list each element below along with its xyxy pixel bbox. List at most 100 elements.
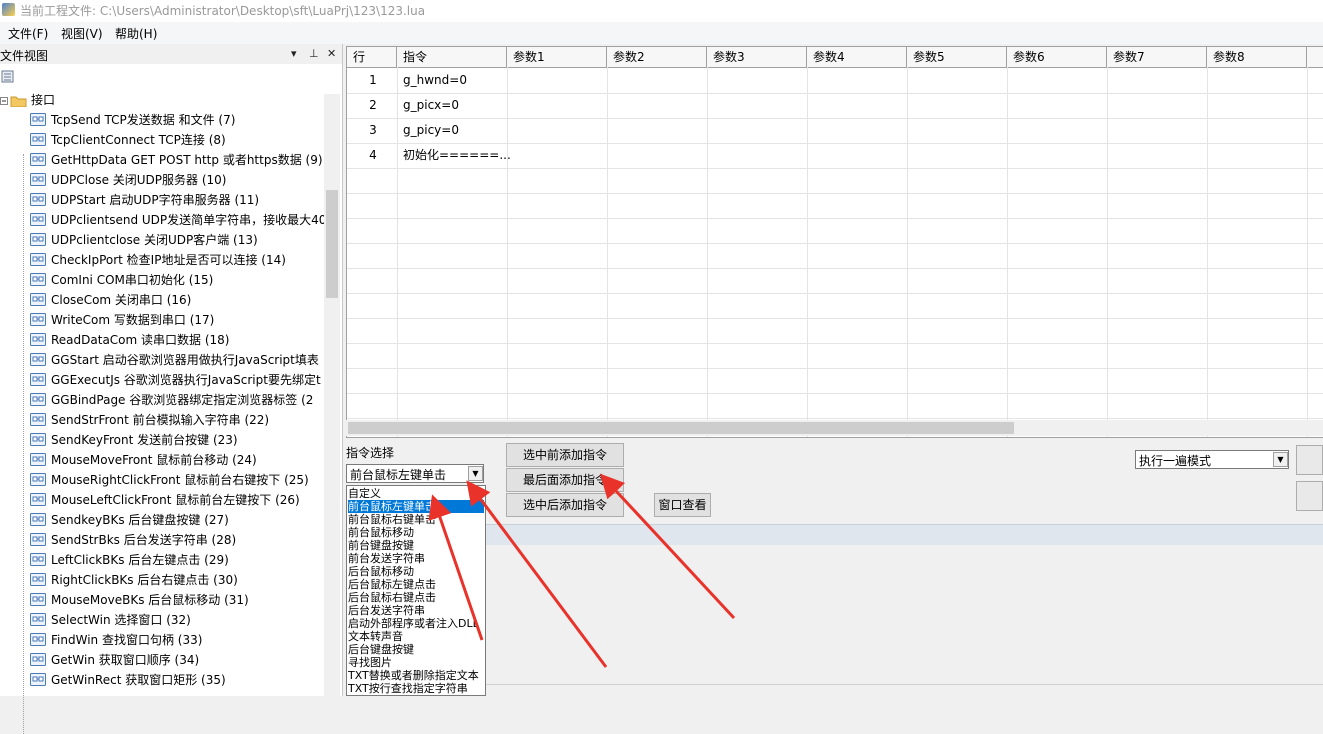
column-header[interactable]: 参数5	[907, 47, 1007, 67]
table-row[interactable]	[347, 393, 1323, 419]
run-mode-combobox[interactable]: 执行一遍模式 ▼	[1135, 450, 1289, 469]
tree-item[interactable]: ComIni COM串口初始化 (15)	[30, 270, 324, 290]
command-grid[interactable]: 行指令 参数1 参数2 参数3 参数4 参数5 参数6 参数7 参数8 1 g_hwnd=0 2 g_…	[346, 46, 1323, 438]
row-command[interactable]: g_hwnd=0	[403, 68, 467, 93]
dropdown-option[interactable]: 后台发送字符串	[348, 604, 484, 617]
command-combobox[interactable]: 前台鼠标左键单击 ▼	[346, 464, 484, 483]
tree-item[interactable]: MouseRightClickFront 鼠标前台右键按下 (25)	[30, 470, 324, 490]
tree-item[interactable]: RightClickBKs 后台右键点击 (30)	[30, 570, 324, 590]
dropdown-option[interactable]: 启动外部程序或者注入DLL	[348, 617, 484, 630]
tree-item[interactable]: ReadDataCom 读串口数据 (18)	[30, 330, 324, 350]
column-header[interactable]: 参数6	[1007, 47, 1107, 67]
dropdown-option[interactable]: 文本转声音	[348, 630, 484, 643]
window-view-button[interactable]: 窗口查看	[654, 493, 711, 517]
command-combobox-value: 前台鼠标左键单击	[350, 468, 447, 482]
tree-item[interactable]: UDPStart 启动UDP字符串服务器 (11)	[30, 190, 324, 210]
tree-item[interactable]: GGBindPage 谷歌浏览器绑定指定浏览器标签 (2	[30, 390, 324, 410]
table-row[interactable]	[347, 218, 1323, 244]
tree-scroll-thumb[interactable]	[326, 190, 338, 298]
tree-item[interactable]: CheckIpPort 检查IP地址是否可以连接 (14)	[30, 250, 324, 270]
dropdown-option[interactable]: 前台鼠标右键单击	[348, 513, 484, 526]
right-edge-button-1[interactable]	[1296, 445, 1323, 475]
table-row[interactable]	[347, 193, 1323, 219]
right-edge-button-2[interactable]	[1296, 481, 1323, 511]
tree-item[interactable]: SelectWin 选择窗口 (32)	[30, 610, 324, 630]
table-row[interactable]: 2 g_picx=0	[347, 93, 1323, 119]
add-at-end-button[interactable]: 最后面添加指令	[506, 468, 624, 492]
column-header[interactable]: 行	[347, 47, 397, 67]
tree-item[interactable]: MouseMoveBKs 后台鼠标移动 (31)	[30, 590, 324, 610]
tree-item[interactable]: SendStrBks 后台发送字符串 (28)	[30, 530, 324, 550]
dropdown-option[interactable]: 寻找图片	[348, 656, 484, 669]
column-header[interactable]: 参数4	[807, 47, 907, 67]
table-row[interactable]	[347, 293, 1323, 319]
column-header[interactable]: 参数3	[707, 47, 807, 67]
tree-item-label: WriteCom 写数据到串口 (17)	[51, 313, 215, 327]
tree-item[interactable]: TcpSend TCP发送数据 和文件 (7)	[30, 110, 324, 130]
tree-item[interactable]: WriteCom 写数据到串口 (17)	[30, 310, 324, 330]
column-header[interactable]: 参数8	[1207, 47, 1307, 67]
dropdown-option[interactable]: 前台鼠标左键单击	[348, 500, 484, 513]
tree-item[interactable]: GetHttpData GET POST http 或者https数据 (9)	[30, 150, 324, 170]
tree-item[interactable]: GetWinRect 获取窗口矩形 (35)	[30, 670, 324, 690]
add-after-selected-button[interactable]: 选中后添加指令	[506, 493, 624, 517]
column-header[interactable]: 参数2	[607, 47, 707, 67]
dropdown-option[interactable]: TXT按行查找指定字符串	[348, 682, 484, 695]
tree-item[interactable]: SendStrFront 前台模拟输入字符串 (22)	[30, 410, 324, 430]
row-command[interactable]: g_picy=0	[403, 118, 459, 143]
dropdown-option[interactable]: 后台鼠标右键点击	[348, 591, 484, 604]
table-row[interactable]: 4 初始化======...	[347, 143, 1323, 169]
add-before-selected-button[interactable]: 选中前添加指令	[506, 443, 624, 467]
chevron-down-icon[interactable]: ▼	[468, 466, 483, 481]
tree-item[interactable]: MouseMoveFront 鼠标前台移动 (24)	[30, 450, 324, 470]
dropdown-option[interactable]: 前台鼠标移动	[348, 526, 484, 539]
panel-menu-icon[interactable]: ▾	[291, 47, 297, 60]
table-row[interactable]	[347, 268, 1323, 294]
tree-properties-icon[interactable]	[1, 70, 14, 83]
tree-item[interactable]: UDPClose 关闭UDP服务器 (10)	[30, 170, 324, 190]
table-row[interactable]	[347, 368, 1323, 394]
lower-panel	[486, 545, 1323, 696]
command-dropdown-list[interactable]: 自定义 前台鼠标左键单击 前台鼠标右键单击 前台鼠标移动 前台键盘按键 前台发送字符串 后台…	[346, 485, 486, 696]
tree-item[interactable]: SendKeyFront 发送前台按键 (23)	[30, 430, 324, 450]
dropdown-option[interactable]: 自定义	[348, 487, 484, 500]
tree-item[interactable]: GetWin 获取窗口顺序 (34)	[30, 650, 324, 670]
grid-scroll-thumb[interactable]	[348, 422, 1014, 434]
tree-item[interactable]: CloseCom 关闭串口 (16)	[30, 290, 324, 310]
tree-item[interactable]: FindWin 查找窗口句柄 (33)	[30, 630, 324, 650]
table-row[interactable]	[347, 343, 1323, 369]
column-header[interactable]: 指令	[397, 47, 507, 67]
tree-item[interactable]: SendkeyBKs 后台键盘按键 (27)	[30, 510, 324, 530]
tree-item[interactable]: LeftClickBKs 后台左键点击 (29)	[30, 550, 324, 570]
panel-pin-icon[interactable]: ⊥	[309, 47, 319, 60]
chevron-down-icon[interactable]: ▼	[1273, 452, 1288, 467]
tree-item[interactable]: MouseLeftClickFront 鼠标前台左键按下 (26)	[30, 490, 324, 510]
column-header[interactable]: 参数1	[507, 47, 607, 67]
tree-item[interactable]: TcpClientConnect TCP连接 (8)	[30, 130, 324, 150]
row-command[interactable]: 初始化======...	[403, 143, 511, 168]
table-row[interactable]: 1 g_hwnd=0	[347, 68, 1323, 94]
row-command[interactable]: g_picx=0	[403, 93, 459, 118]
column-header[interactable]: 参数7	[1107, 47, 1207, 67]
folder-icon	[0, 96, 27, 107]
tree-item[interactable]: UDPclientclose 关闭UDP客户端 (13)	[30, 230, 324, 250]
dropdown-option[interactable]: 后台鼠标左键点击	[348, 578, 484, 591]
dropdown-option[interactable]: 前台键盘按键	[348, 539, 484, 552]
table-row[interactable]	[347, 318, 1323, 344]
tree-item[interactable]: GGStart 启动谷歌浏览器用做执行JavaScript填表	[30, 350, 324, 370]
dropdown-option[interactable]: TXT替换或者删除指定文本	[348, 669, 484, 682]
table-row[interactable]	[347, 168, 1323, 194]
menu-help[interactable]: 帮助(H)	[115, 25, 157, 42]
menu-file[interactable]: 文件(F)	[8, 25, 48, 42]
tree-item-label: ReadDataCom 读串口数据 (18)	[51, 333, 230, 347]
dropdown-option[interactable]: 后台键盘按键	[348, 643, 484, 656]
panel-close-icon[interactable]: ✕	[327, 47, 336, 60]
tree-scrollbar[interactable]	[324, 94, 340, 696]
table-row[interactable]: 3 g_picy=0	[347, 118, 1323, 144]
tree-item[interactable]: GGExecutJs 谷歌浏览器执行JavaScript要先绑定t	[30, 370, 324, 390]
menu-view[interactable]: 视图(V)	[61, 25, 103, 42]
table-row[interactable]	[347, 243, 1323, 269]
dropdown-option[interactable]: 后台鼠标移动	[348, 565, 484, 578]
tree-item[interactable]: UDPclientsend UDP发送简单字符串，接收最大40	[30, 210, 324, 230]
dropdown-option[interactable]: 前台发送字符串	[348, 552, 484, 565]
